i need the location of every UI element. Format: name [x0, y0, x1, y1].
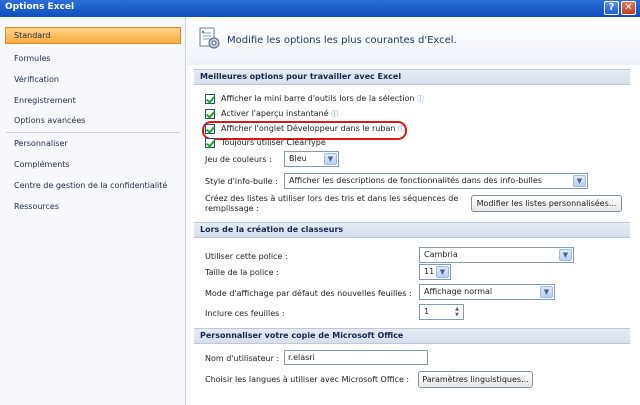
sidebar-item-formules[interactable]: Formules: [5, 50, 181, 67]
chevron-down-icon[interactable]: ▼: [436, 266, 449, 278]
sheet-count-label: Inclure ces feuilles :: [205, 309, 285, 318]
sidebar-item-complements[interactable]: Compléments: [5, 156, 181, 173]
color-scheme-label: Jeu de couleurs :: [205, 155, 272, 164]
chevron-down-icon[interactable]: ▼: [559, 249, 572, 261]
cleartype-checkbox[interactable]: [205, 138, 215, 148]
default-view-select[interactable]: Affichage normal ▼: [419, 284, 555, 300]
chevron-down-icon[interactable]: ▼: [573, 175, 586, 187]
sidebar-item-verification[interactable]: Vérification: [5, 71, 181, 88]
developer-tab-label: Afficher l'onglet Développeur dans le ru…: [221, 124, 405, 134]
tooltip-style-select[interactable]: Afficher les descriptions de fonctionnal…: [284, 173, 588, 189]
sidebar-item-personnaliser[interactable]: Personnaliser: [5, 135, 181, 152]
sidebar-item-standard[interactable]: Standard: [5, 27, 181, 44]
options-icon: [199, 27, 220, 49]
sidebar-item-options-avancees[interactable]: Options avancées: [5, 112, 181, 129]
main-panel: Modifie les options les plus courantes d…: [187, 17, 640, 405]
sheet-count-spinner[interactable]: 1 ▲ ▼: [419, 304, 464, 320]
languages-label: Choisir les langues à utiliser avec Micr…: [205, 375, 410, 384]
font-select[interactable]: Cambria ▼: [419, 247, 574, 263]
mini-toolbar-text: Afficher la mini barre d'outils lors de …: [221, 94, 415, 103]
font-size-label: Taille de la police :: [205, 268, 279, 277]
live-preview-text: Activer l'aperçu instantané: [221, 109, 329, 118]
default-view-value: Affichage normal: [424, 287, 493, 296]
mini-toolbar-checkbox[interactable]: [205, 94, 215, 104]
username-label: Nom d'utilisateur :: [205, 354, 280, 363]
live-preview-checkbox[interactable]: [205, 109, 215, 119]
section-best-options: Meilleures options pour travailler avec …: [194, 69, 630, 85]
chevron-down-icon[interactable]: ▼: [324, 153, 337, 165]
developer-tab-checkbox[interactable]: [205, 124, 215, 134]
help-button[interactable]: ?: [604, 1, 619, 15]
sidebar-item-ressources[interactable]: Ressources: [5, 198, 181, 215]
section-new-workbooks: Lors de la création de classeurs: [194, 222, 630, 238]
mini-toolbar-label: Afficher la mini barre d'outils lors de …: [221, 94, 424, 104]
font-label: Utiliser cette police :: [205, 252, 288, 261]
language-settings-button[interactable]: Paramètres linguistiques...: [418, 371, 533, 388]
custom-lists-text-2: remplissage :: [205, 204, 259, 213]
close-button[interactable]: ✕: [621, 1, 636, 15]
tooltip-style-label: Style d'info-bulle :: [205, 177, 278, 186]
tooltip-style-value: Afficher les descriptions de fonctionnal…: [289, 176, 542, 185]
live-preview-label: Activer l'aperçu instantané ⓘ: [221, 109, 338, 119]
sidebar-item-confidentialite[interactable]: Centre de gestion de la confidentialité: [5, 177, 181, 194]
sheet-count-value: 1: [424, 307, 430, 316]
edit-custom-lists-button[interactable]: Modifier les listes personnalisées...: [471, 195, 622, 212]
color-scheme-select[interactable]: Bleu ▼: [284, 151, 339, 167]
info-icon[interactable]: ⓘ: [417, 95, 424, 103]
custom-lists-text: Créez des listes à utiliser lors des tri…: [205, 194, 459, 203]
window-title: Options Excel: [5, 2, 75, 12]
color-scheme-value: Bleu: [289, 154, 307, 163]
sidebar: Standard Formules Vérification Enregistr…: [0, 17, 186, 405]
sidebar-item-enregistrement[interactable]: Enregistrement: [5, 92, 181, 109]
info-icon[interactable]: ⓘ: [331, 110, 338, 118]
header-band: Modifie les options les plus courantes d…: [187, 17, 640, 65]
font-size-value: 11: [424, 267, 435, 276]
info-icon[interactable]: ⓘ: [398, 125, 405, 133]
username-input[interactable]: r.elasri: [284, 350, 428, 365]
developer-tab-text: Afficher l'onglet Développeur dans le ru…: [221, 124, 396, 133]
title-bar: Options Excel ? ✕: [0, 0, 640, 17]
font-size-select[interactable]: 11 ▼: [419, 264, 451, 280]
default-view-label: Mode d'affichage par défaut des nouvelle…: [205, 289, 412, 298]
cleartype-label: Toujours utiliser ClearType: [221, 138, 326, 147]
section-personalize: Personnaliser votre copie de Microsoft O…: [194, 328, 630, 344]
font-value: Cambria: [424, 250, 458, 259]
spin-arrows-icon[interactable]: ▲ ▼: [452, 306, 462, 318]
sidebar-divider: [6, 132, 180, 133]
chevron-down-icon[interactable]: ▼: [540, 286, 553, 298]
header-description: Modifie les options les plus courantes d…: [227, 35, 457, 46]
